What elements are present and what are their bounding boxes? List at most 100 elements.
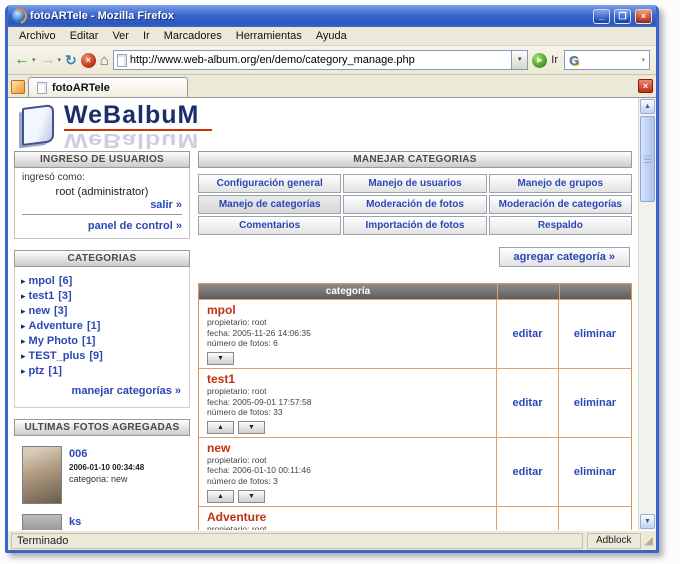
menu-ir[interactable]: Ir [136, 28, 157, 44]
edit-link[interactable]: editar [513, 466, 543, 478]
nav-respaldo[interactable]: Respaldo [488, 216, 632, 235]
menu-editar[interactable]: Editar [63, 28, 106, 44]
adblock-badge[interactable]: Adblock [586, 532, 641, 549]
nav-manejo-usuarios[interactable]: Manejo de usuarios [343, 174, 487, 193]
url-dropdown-icon[interactable]: ▾ [511, 51, 528, 69]
browser-viewport: WeBalbuM WeBalbuM INGRESO DE USUARIOS in… [8, 98, 656, 530]
webalbum-logo[interactable]: WeBalbuM [64, 103, 212, 128]
sidebar-category-my-photo[interactable]: ▸ My Photo [1] [21, 335, 183, 347]
add-category-button[interactable]: agregar categoría » [498, 247, 630, 267]
window-title: fotoARTele - Mozilla Firefox [30, 10, 175, 22]
url-bar: ▾ [112, 50, 529, 70]
table-header-cell [559, 284, 631, 299]
move-down-button[interactable]: ▼ [207, 351, 234, 365]
google-icon: G [569, 52, 580, 68]
current-user: root (administrator) [55, 186, 149, 198]
move-down-button[interactable]: ▼ [238, 489, 265, 503]
google-search: G ▾ [564, 50, 650, 70]
delete-link[interactable]: eliminar [574, 328, 616, 340]
table-row-adventure: Adventure propietario: root fecha: 2005-… [199, 505, 631, 530]
menu-archivo[interactable]: Archivo [12, 28, 63, 44]
url-input[interactable] [126, 54, 512, 66]
category-photo-count: número de fotos: 3 [207, 476, 278, 486]
photo-thumbnail[interactable] [22, 514, 62, 530]
tab-bar-icon[interactable] [11, 80, 25, 94]
manage-categories-link[interactable]: manejar categorías » [21, 380, 183, 403]
scroll-thumb[interactable] [640, 116, 655, 202]
vertical-scrollbar[interactable]: ▲ ▼ [638, 98, 656, 530]
table-header-row: categoría [199, 284, 631, 299]
resize-grip[interactable]: ◢ [645, 535, 653, 546]
logout-link[interactable]: salir » [22, 199, 182, 211]
sidebar-category-new[interactable]: ▸ new [3] [21, 305, 183, 317]
categories-section-header: CATEGORIAS [14, 250, 190, 267]
photo-thumbnail[interactable] [22, 446, 62, 504]
latest-photos-list: 006 2006-01-10 00:34:48 categoria: new k… [14, 436, 190, 530]
nav-importacion-fotos[interactable]: Importación de fotos [343, 216, 487, 235]
photo-name-link[interactable]: 006 [69, 448, 87, 460]
back-button[interactable]: ← [14, 52, 30, 68]
bullet-icon: ▸ [21, 321, 26, 331]
sidebar-category-test-plus[interactable]: ▸ TEST_plus [9] [21, 350, 183, 362]
nav-manejo-grupos[interactable]: Manejo de grupos [488, 174, 632, 193]
category-date: fecha: 2006-01-10 00:11:46 [207, 465, 311, 476]
nav-comentarios[interactable]: Comentarios [198, 216, 342, 235]
delete-link[interactable]: eliminar [574, 466, 616, 478]
nav-configuracion-general[interactable]: Configuración general [198, 174, 342, 193]
close-button[interactable]: × [635, 8, 652, 24]
photo-item: 006 2006-01-10 00:34:48 categoria: new [22, 446, 186, 504]
forward-dropdown-icon[interactable]: ▾ [58, 56, 62, 64]
logged-as-label: ingresó como: [22, 172, 85, 183]
sidebar-category-mpol[interactable]: ▸ mpol [6] [21, 275, 183, 287]
go-label[interactable]: Ir [551, 54, 558, 66]
back-dropdown-icon[interactable]: ▾ [32, 56, 36, 64]
tab-favicon-icon [37, 81, 47, 94]
move-up-button[interactable]: ▲ [207, 420, 234, 434]
scroll-up-button[interactable]: ▲ [640, 99, 655, 114]
sidebar-category-test1[interactable]: ▸ test1 [3] [21, 290, 183, 302]
search-dropdown-icon[interactable]: ▾ [641, 56, 645, 64]
login-section-header: INGRESO DE USUARIOS [14, 151, 190, 168]
page-icon [116, 53, 127, 67]
nav-moderacion-fotos[interactable]: Moderación de fotos [343, 195, 487, 214]
table-row-test1: test1 propietario: root fecha: 2005-09-0… [199, 367, 631, 437]
category-photo-count: número de fotos: 6 [207, 338, 278, 349]
sidebar-category-adventure[interactable]: ▸ Adventure [1] [21, 320, 183, 332]
titlebar[interactable]: fotoARTele - Mozilla Firefox _ ❐ × [8, 5, 656, 27]
edit-link[interactable]: editar [513, 328, 543, 340]
nav-moderacion-categorias[interactable]: Moderación de categorías [488, 195, 632, 214]
category-name: mpol [207, 303, 236, 317]
search-input[interactable] [582, 54, 639, 66]
page-header: WeBalbuM WeBalbuM [14, 101, 632, 151]
edit-link[interactable]: editar [513, 397, 543, 409]
menu-ver[interactable]: Ver [105, 28, 136, 44]
scroll-down-button[interactable]: ▼ [640, 514, 655, 529]
maximize-button[interactable]: ❐ [614, 8, 631, 24]
stop-button[interactable]: × [80, 52, 96, 68]
menu-ayuda[interactable]: Ayuda [309, 28, 354, 44]
tab-fotoartele[interactable]: fotoARTele [28, 77, 188, 97]
control-panel-link[interactable]: panel de control » [22, 220, 182, 232]
page-content: WeBalbuM WeBalbuM INGRESO DE USUARIOS in… [8, 98, 638, 530]
tab-label: fotoARTele [52, 81, 110, 94]
home-button[interactable]: ⌂ [100, 53, 109, 68]
sidebar-category-ptz[interactable]: ▸ ptz [1] [21, 365, 183, 377]
move-up-button[interactable]: ▲ [207, 489, 234, 503]
category-photo-count: número de fotos: 33 [207, 407, 283, 418]
tab-bar: fotoARTele × [8, 75, 656, 98]
forward-button[interactable]: → [40, 52, 56, 68]
delete-link[interactable]: eliminar [574, 397, 616, 409]
category-owner: propietario: root [207, 454, 267, 465]
table-header-cell: categoría [325, 286, 371, 297]
go-icon[interactable]: ▶ [532, 52, 548, 68]
menubar: Archivo Editar Ver Ir Marcadores Herrami… [8, 27, 656, 46]
photo-name-link[interactable]: ks [69, 516, 81, 528]
menu-marcadores[interactable]: Marcadores [157, 28, 229, 44]
minimize-button[interactable]: _ [593, 8, 610, 24]
close-tab-button[interactable]: × [638, 78, 653, 93]
bullet-icon: ▸ [21, 291, 26, 301]
nav-manejo-categorias[interactable]: Manejo de categorías [198, 195, 342, 214]
move-down-button[interactable]: ▼ [238, 420, 265, 434]
reload-button[interactable]: ↻ [65, 53, 77, 67]
menu-herramientas[interactable]: Herramientas [229, 28, 309, 44]
